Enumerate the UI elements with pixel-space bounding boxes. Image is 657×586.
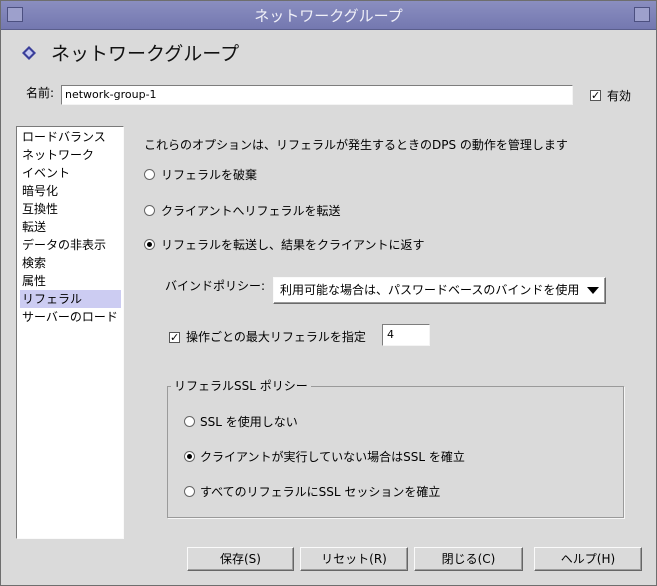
bind-policy-value: 利用可能な場合は、パスワードベースのバインドを使用 — [280, 283, 580, 297]
discard-referral-label: リフェラルを破棄 — [161, 168, 258, 182]
bind-policy-select[interactable]: 利用可能な場合は、パスワードベースのバインドを使用 — [273, 277, 606, 304]
ssl-policy-legend: リフェラルSSL ポリシー — [171, 377, 311, 394]
sidebar-item-attributes[interactable]: 属性 — [20, 272, 121, 290]
bind-policy-label: バインドポリシー: — [165, 279, 266, 293]
ssl-none-label: SSL を使用しない — [200, 415, 298, 429]
sidebar-item-server-load[interactable]: サーバーのロード — [20, 308, 121, 326]
forward-to-client-label: クライアントへリフェラルを転送 — [161, 204, 341, 218]
sidebar-item-load-balance[interactable]: ロードバランス — [20, 128, 121, 146]
close-button[interactable]: 閉じる(C) — [414, 547, 523, 571]
enabled-label: 有効 — [607, 89, 632, 103]
name-label: 名前: — [26, 86, 55, 100]
dialog-window: ネットワークグループ ネットワークグループ 名前: ✓ 有効 ロードバランス ネ… — [0, 0, 657, 586]
sidebar-item-compatibility[interactable]: 互換性 — [20, 200, 121, 218]
ssl-if-client-not-radio[interactable] — [184, 451, 195, 462]
name-field[interactable] — [61, 85, 573, 105]
sidebar-item-referrals[interactable]: リフェラル — [20, 290, 121, 308]
referral-description: これらのオプションは、リフェラルが発生するときのDPS の動作を管理します — [144, 138, 568, 152]
forward-to-client-radio[interactable] — [144, 205, 155, 216]
sidebar-list: ロードバランス ネットワーク イベント 暗号化 互換性 転送 データの非表示 検… — [16, 126, 124, 539]
enabled-checkbox[interactable]: ✓ — [590, 90, 601, 101]
sidebar-item-events[interactable]: イベント — [20, 164, 121, 182]
sidebar-item-data-hiding[interactable]: データの非表示 — [20, 236, 121, 254]
title-bar[interactable]: ネットワークグループ — [1, 1, 656, 30]
sidebar-item-network[interactable]: ネットワーク — [20, 146, 121, 164]
help-button[interactable]: ヘルプ(H) — [534, 547, 642, 571]
ssl-if-client-not-label: クライアントが実行していない場合はSSL を確立 — [200, 450, 465, 464]
diamond-bullet-icon — [22, 46, 36, 60]
window-title: ネットワークグループ — [254, 7, 403, 25]
ssl-all-radio[interactable] — [184, 486, 195, 497]
follow-referral-label: リフェラルを転送し、結果をクライアントに返す — [161, 238, 425, 252]
max-referrals-input[interactable]: 4 — [382, 324, 430, 346]
page-title: ネットワークグループ — [51, 43, 240, 65]
discard-referral-radio[interactable] — [144, 169, 155, 180]
sidebar-item-search[interactable]: 検索 — [20, 254, 121, 272]
ssl-all-label: すべてのリフェラルにSSL セッションを確立 — [200, 485, 441, 499]
sidebar-item-encryption[interactable]: 暗号化 — [20, 182, 121, 200]
reset-button[interactable]: リセット(R) — [300, 547, 408, 571]
save-button[interactable]: 保存(S) — [187, 547, 294, 571]
max-referrals-label: 操作ごとの最大リフェラルを指定 — [186, 330, 366, 344]
max-referrals-checkbox[interactable]: ✓ — [169, 332, 180, 343]
sidebar-item-forwarding[interactable]: 転送 — [20, 218, 121, 236]
ssl-none-radio[interactable] — [184, 416, 195, 427]
follow-referral-radio[interactable] — [144, 239, 155, 250]
dropdown-arrow-icon — [587, 287, 599, 294]
window-maximize-icon[interactable] — [634, 7, 650, 22]
